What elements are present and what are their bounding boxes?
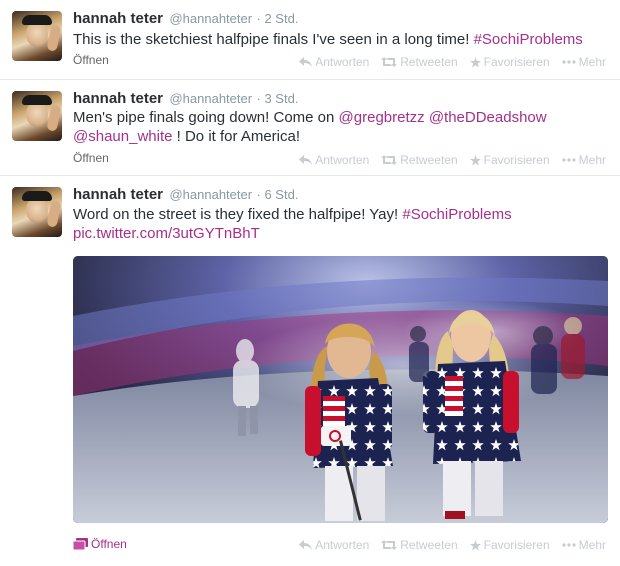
retweet-button[interactable]: Retweeten xyxy=(381,55,458,69)
author-handle[interactable]: @hannahteter xyxy=(169,11,252,26)
reply-label: Antworten xyxy=(315,153,370,167)
more-button[interactable]: Mehr xyxy=(562,55,606,69)
more-label: Mehr xyxy=(578,55,606,69)
tweet-text: Word on the street is they fixed the hal… xyxy=(73,205,608,243)
retweet-label: Retweeten xyxy=(400,153,458,167)
tweet-actions: Antworten Retweeten Favorisieren Mehr xyxy=(299,538,606,552)
author-name[interactable]: hannah teter xyxy=(73,90,163,107)
tweet-text: This is the sketchiest halfpipe finals I… xyxy=(73,30,608,49)
tweet-1: hannah teter @hannahteter · 2 Std. This … xyxy=(0,0,620,80)
timestamp[interactable]: · 3 Std. xyxy=(257,91,299,106)
open-media-link[interactable]: Öffnen xyxy=(73,537,127,551)
star-icon xyxy=(469,539,481,551)
retweet-label: Retweeten xyxy=(400,538,458,552)
author-name[interactable]: hannah teter xyxy=(73,10,163,27)
retweet-label: Retweeten xyxy=(400,55,458,69)
favorite-button[interactable]: Favorisieren xyxy=(469,153,550,167)
star-icon xyxy=(469,154,481,166)
retweet-button[interactable]: Retweeten xyxy=(381,153,458,167)
favorite-button[interactable]: Favorisieren xyxy=(469,55,550,69)
tweet-2: hannah teter @hannahteter · 3 Std. Men's… xyxy=(0,80,620,176)
reply-button[interactable]: Antworten xyxy=(299,55,369,69)
open-label: Öffnen xyxy=(91,537,127,551)
reply-label: Antworten xyxy=(315,55,370,69)
timestamp[interactable]: · 2 Std. xyxy=(257,11,299,26)
tweet-photo[interactable] xyxy=(73,256,608,523)
author-handle[interactable]: @hannahteter xyxy=(169,187,252,202)
tweet-actions: Antworten Retweeten Favorisieren Mehr xyxy=(299,55,606,69)
reply-icon xyxy=(299,155,313,165)
reply-icon xyxy=(299,540,313,550)
reply-button[interactable]: Antworten xyxy=(299,153,369,167)
reply-label: Antworten xyxy=(315,538,370,552)
open-link[interactable]: Öffnen xyxy=(73,151,109,165)
more-button[interactable]: Mehr xyxy=(562,153,606,167)
more-label: Mehr xyxy=(578,153,606,167)
text-segment: Men's pipe finals going down! Come on xyxy=(73,109,339,126)
mention-link[interactable]: @theDDeadshow xyxy=(429,109,547,126)
photo-scene xyxy=(73,256,608,523)
mention-link[interactable]: @gregbretzz xyxy=(339,109,425,126)
hashtag-link[interactable]: #SochiProblems xyxy=(402,206,511,223)
avatar-hand xyxy=(46,104,62,132)
tweet-header: hannah teter @hannahteter · 3 Std. xyxy=(73,90,298,108)
tweet-text: Men's pipe finals going down! Come on @g… xyxy=(73,108,608,146)
favorite-label: Favorisieren xyxy=(483,153,550,167)
text-segment: Word on the street is they fixed the hal… xyxy=(73,206,403,223)
photo-icon xyxy=(73,538,88,550)
retweet-icon xyxy=(381,540,398,550)
avatar[interactable] xyxy=(12,91,62,141)
mention-link[interactable]: @shaun_white xyxy=(73,128,172,145)
reply-button[interactable]: Antworten xyxy=(299,538,369,552)
avatar[interactable] xyxy=(12,187,62,237)
favorite-label: Favorisieren xyxy=(483,55,550,69)
tweet-header: hannah teter @hannahteter · 2 Std. xyxy=(73,10,298,28)
timestamp[interactable]: · 6 Std. xyxy=(257,187,299,202)
more-button[interactable]: Mehr xyxy=(562,538,606,552)
tweet-actions: Antworten Retweeten Favorisieren Mehr xyxy=(299,153,606,167)
favorite-button[interactable]: Favorisieren xyxy=(469,538,550,552)
hashtag-link[interactable]: #SochiProblems xyxy=(474,31,583,48)
avatar[interactable] xyxy=(12,11,62,61)
more-dots-icon xyxy=(562,543,576,547)
star-icon xyxy=(469,56,481,68)
more-dots-icon xyxy=(562,158,576,162)
author-handle[interactable]: @hannahteter xyxy=(169,91,252,106)
tweet-header: hannah teter @hannahteter · 6 Std. xyxy=(73,186,298,204)
more-label: Mehr xyxy=(578,538,606,552)
more-dots-icon xyxy=(562,60,576,64)
reply-icon xyxy=(299,57,313,67)
retweet-icon xyxy=(381,155,398,165)
favorite-label: Favorisieren xyxy=(483,538,550,552)
open-link[interactable]: Öffnen xyxy=(73,53,109,67)
text-segment: ! Do it for America! xyxy=(172,128,301,145)
avatar-hand xyxy=(46,200,62,228)
text-segment: This is the sketchiest halfpipe finals I… xyxy=(73,31,474,48)
retweet-button[interactable]: Retweeten xyxy=(381,538,458,552)
avatar-hand xyxy=(46,24,62,52)
pic-link[interactable]: pic.twitter.com/3utGYTnBhT xyxy=(73,225,260,242)
retweet-icon xyxy=(381,57,398,67)
author-name[interactable]: hannah teter xyxy=(73,186,163,203)
